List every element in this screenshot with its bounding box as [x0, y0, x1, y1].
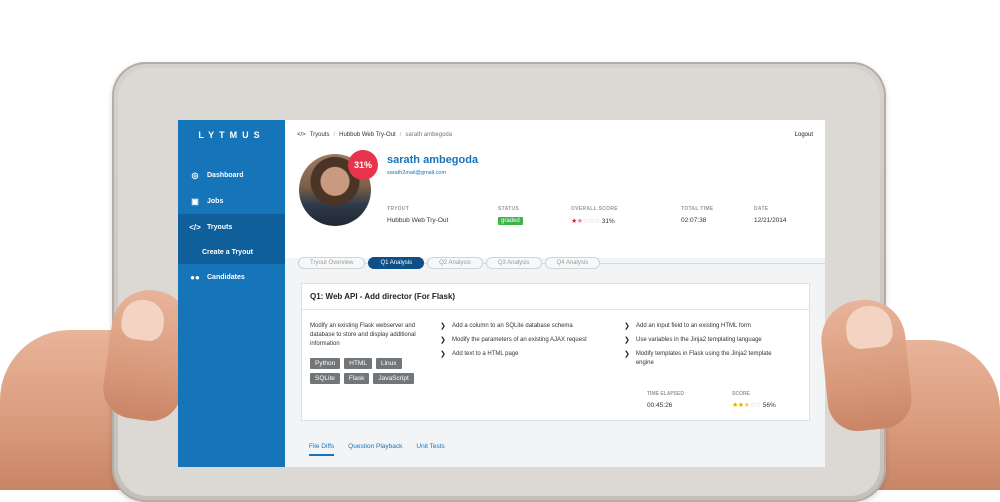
breadcrumb-tryouts[interactable]: Tryouts	[310, 132, 330, 138]
detail-tabs: File Diffs Question Playback Unit Tests	[309, 443, 445, 456]
question-score-label: SCORE	[732, 391, 750, 397]
task-text: Add an input field to an existing HTML f…	[636, 323, 751, 329]
sidebar-item-label: Create a Tryout	[202, 248, 253, 256]
status-badge-wrap: graded	[498, 217, 523, 225]
tag: SQLite	[310, 373, 340, 384]
tab-question-playback[interactable]: Question Playback	[348, 443, 402, 456]
list-item: ❯ Modify templates in Flask using the Jin…	[624, 350, 789, 368]
breadcrumb: </> Tryouts / Hubbub Web Try-Out / sarath amb…	[297, 132, 456, 138]
sidebar-item-label: Tryouts	[207, 223, 233, 231]
date-label: DATE	[754, 206, 769, 212]
status-label: STATUS	[498, 206, 520, 212]
tab-tryout-overview[interactable]: Tryout Overview	[298, 257, 366, 269]
tab-file-diffs[interactable]: File Diffs	[309, 443, 335, 456]
code-icon: </>	[189, 222, 201, 232]
total-time-label: TOTAL TIME	[681, 206, 714, 212]
tab-q2-analysis[interactable]: Q2 Analysis	[427, 257, 483, 269]
users-icon: ●●	[190, 272, 200, 282]
star-empty: ☆☆☆	[582, 218, 601, 225]
task-list-1: ❯ Add a column to an SQLite database sche…	[440, 322, 620, 364]
question-title: Q1: Web API - Add director (For Flask)	[302, 284, 809, 310]
sidebar-item-jobs[interactable]: ▣ Jobs	[178, 188, 285, 214]
breadcrumb-separator: /	[333, 132, 336, 138]
chevron-right-icon: ❯	[440, 337, 446, 344]
date-value: 12/21/2014	[754, 217, 787, 224]
app-screen: LYTMUS ◎ Dashboard ▣ Jobs </> Tryouts Cr…	[178, 120, 825, 467]
overall-score-value: 31%	[601, 218, 615, 225]
dashboard-icon: ◎	[191, 170, 199, 180]
app-logo: LYTMUS	[198, 130, 265, 140]
candidate-name: sarath ambegoda	[387, 154, 479, 166]
sidebar-item-label: Dashboard	[207, 171, 244, 179]
sidebar-item-dashboard[interactable]: ◎ Dashboard	[178, 162, 285, 188]
tab-unit-tests[interactable]: Unit Tests	[416, 443, 444, 456]
star-empty: ☆☆	[749, 402, 761, 409]
task-text: Modify templates in Flask using the Jinj…	[635, 351, 772, 366]
task-text: Use variables in the Jinja2 templating l…	[636, 337, 762, 343]
question-score-value: 56%	[762, 402, 776, 409]
analysis-tabs: Tryout Overview Q1 Analysis Q2 Analysis …	[298, 257, 601, 269]
tab-q4-analysis[interactable]: Q4 Analysis	[544, 257, 601, 269]
list-item: ❯ Use variables in the Jinja2 templating …	[624, 336, 789, 345]
chevron-right-icon: ❯	[624, 351, 630, 358]
skill-tags: Python HTML Linux SQLite Flask JavaScrip…	[310, 358, 435, 384]
status-badge: graded	[498, 217, 523, 225]
tab-q3-analysis[interactable]: Q3 Analysis	[485, 257, 542, 269]
overall-score: ★★☆☆☆ 31%	[571, 217, 615, 225]
tab-q1-analysis[interactable]: Q1 Analysis	[368, 257, 425, 269]
logout-link[interactable]: Logout	[795, 132, 813, 138]
task-text: Add a column to an SQLite database schem…	[452, 323, 573, 329]
candidate-profile: 31% sarath ambegoda sarath2mail@gmail.co…	[285, 150, 825, 258]
sidebar-item-create-tryout[interactable]: Create a Tryout	[178, 240, 285, 264]
chevron-right-icon: ❯	[440, 351, 446, 358]
tag: Flask	[343, 373, 370, 384]
tag: Linux	[375, 358, 402, 369]
chevron-right-icon: ❯	[440, 323, 446, 330]
briefcase-icon: ▣	[191, 196, 199, 206]
task-list-2: ❯ Add an input field to an existing HTML …	[624, 322, 789, 373]
tag: Python	[310, 358, 341, 369]
sidebar-item-tryouts[interactable]: </> Tryouts	[178, 214, 285, 240]
tag: JavaScript	[373, 373, 414, 384]
task-text: Add text to a HTML page	[452, 351, 519, 357]
tag: HTML	[344, 358, 372, 369]
sidebar-item-candidates[interactable]: ●● Candidates	[178, 264, 285, 290]
score-badge: 31%	[348, 150, 378, 180]
list-item: ❯ Add a column to an SQLite database sche…	[440, 322, 620, 331]
star-rating: ★	[571, 218, 577, 225]
tryout-value: Hubbub Web Try-Out	[387, 217, 449, 224]
star-half: ★	[743, 402, 750, 409]
question-card: Q1: Web API - Add director (For Flask) M…	[301, 283, 810, 421]
sidebar-item-label: Jobs	[207, 197, 224, 205]
question-description: Modify an existing Flask webserver and d…	[310, 323, 416, 347]
breadcrumb-tryout-name[interactable]: Hubbub Web Try-Out	[339, 132, 396, 138]
breadcrumb-separator: /	[399, 132, 402, 138]
overall-score-label: OVERALL SCORE	[571, 206, 618, 212]
task-text: Modify the parameters of an existing AJA…	[452, 337, 587, 343]
sidebar: LYTMUS ◎ Dashboard ▣ Jobs </> Tryouts Cr…	[178, 120, 285, 467]
star-half: ★	[576, 218, 583, 225]
total-time-value: 02:07:38	[681, 217, 707, 224]
time-elapsed-label: TIME ELAPSED	[647, 391, 684, 397]
code-icon: </>	[297, 132, 306, 138]
list-item: ❯ Add an input field to an existing HTML …	[624, 322, 789, 331]
star-rating: ★★	[732, 402, 744, 409]
tryout-label: TRYOUT	[387, 206, 410, 212]
question-score: ★★★☆☆ 56%	[732, 401, 776, 409]
topbar: </> Tryouts / Hubbub Web Try-Out / sarath amb…	[285, 120, 825, 150]
list-item: ❯ Add text to a HTML page	[440, 350, 620, 359]
chevron-right-icon: ❯	[624, 337, 630, 344]
sidebar-item-label: Candidates	[207, 273, 245, 281]
candidate-email[interactable]: sarath2mail@gmail.com	[387, 170, 446, 176]
chevron-right-icon: ❯	[624, 323, 630, 330]
main-content: </> Tryouts / Hubbub Web Try-Out / sarath amb…	[285, 120, 825, 467]
time-elapsed-value: 00:45:26	[647, 402, 673, 409]
list-item: ❯ Modify the parameters of an existing AJ…	[440, 336, 620, 345]
breadcrumb-candidate: sarath ambegoda	[405, 132, 453, 138]
